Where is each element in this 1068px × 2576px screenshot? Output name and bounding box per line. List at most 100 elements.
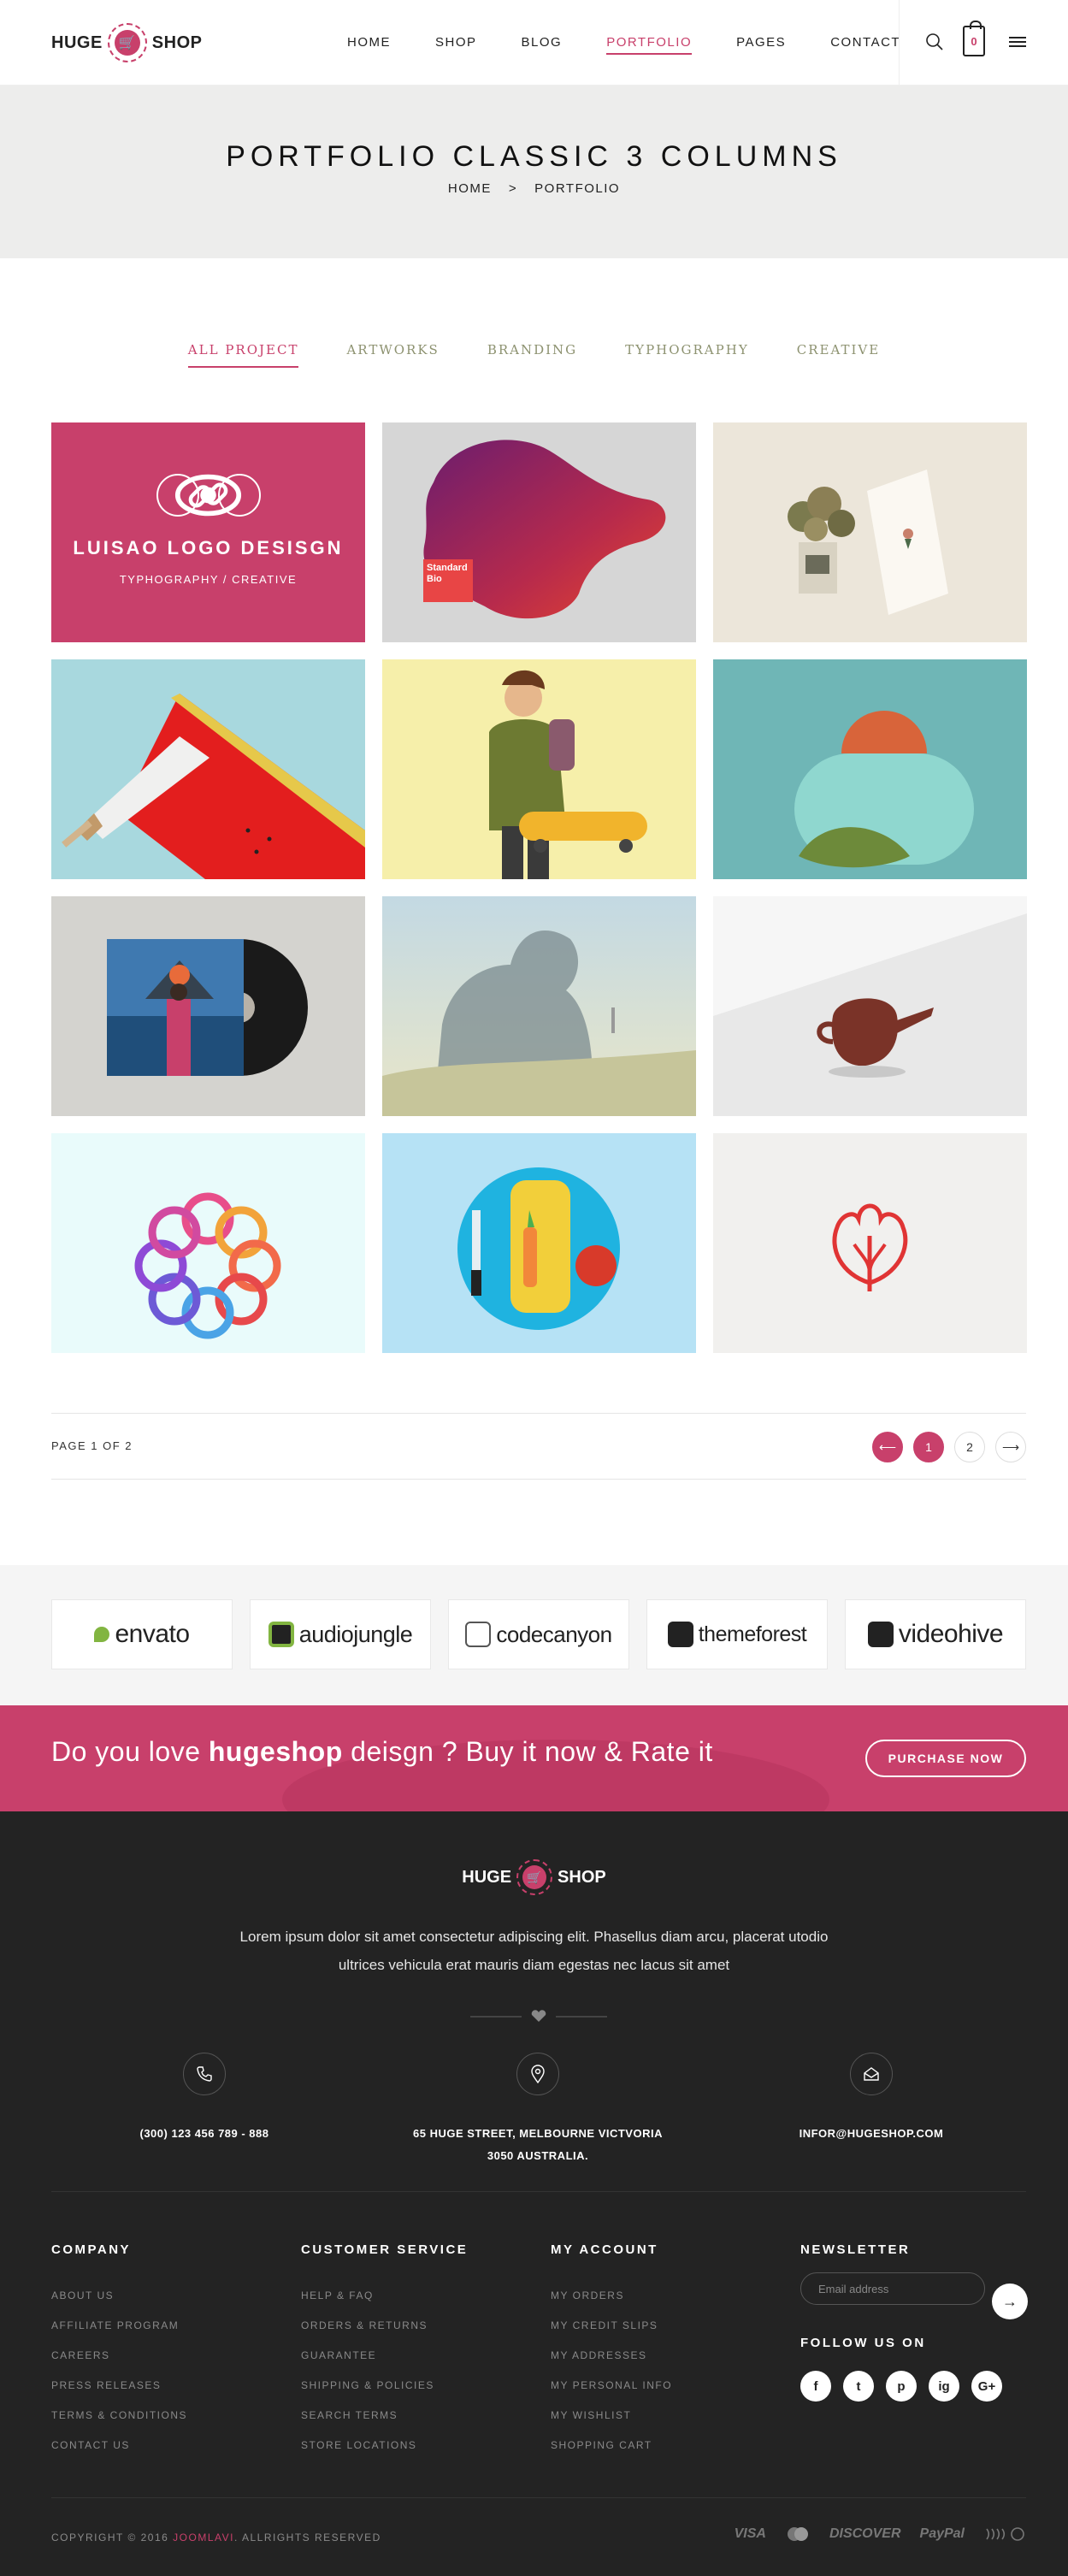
footer-link[interactable]: PRESS RELEASES (51, 2371, 187, 2401)
portfolio-item-flower-logo[interactable] (51, 1133, 365, 1353)
phone-icon (183, 2053, 226, 2095)
footer-link[interactable]: MY WISHLIST (551, 2401, 672, 2431)
newsletter-submit-arrow-icon[interactable]: → (992, 2284, 1028, 2319)
partner-envato-label: envato (115, 1620, 190, 1648)
page-title: PORTFOLIO CLASSIC 3 COLUMNS (226, 140, 842, 173)
footer-logo-text-right: SHOP (558, 1867, 606, 1887)
portfolio-item-vinyl[interactable] (51, 896, 365, 1116)
footer-link[interactable]: SEARCH TERMS (301, 2401, 468, 2431)
portfolio-hover-overlay: LUISAO LOGO DESISGN TYPHOGRAPHY / CREATI… (51, 422, 365, 642)
newsletter-title: NEWSLETTER (800, 2242, 911, 2257)
footer-link[interactable]: MY ADDRESSES (551, 2341, 672, 2371)
google-plus-icon[interactable]: G+ (971, 2371, 1002, 2402)
partner-codecanyon-label: codecanyon (496, 1621, 612, 1647)
footer-link[interactable]: MY ORDERS (551, 2281, 672, 2311)
codecanyon-logo-icon (465, 1622, 492, 1647)
footer-link[interactable]: HELP & FAQ (301, 2281, 468, 2311)
breadcrumb-home[interactable]: HOME (448, 181, 492, 196)
footer-logo[interactable]: HUGE 🛒 SHOP (0, 1859, 1068, 1895)
footer-separator (51, 2191, 1026, 2192)
partner-audiojungle[interactable]: audiojungle (250, 1599, 431, 1669)
footer-link[interactable]: GUARANTEE (301, 2341, 468, 2371)
filter-typhography[interactable]: TYPHOGRAPHY (625, 342, 749, 368)
twitter-icon[interactable]: t (843, 2371, 874, 2402)
copyright-brand-link[interactable]: JOOMLAVI (173, 2532, 234, 2544)
pinterest-icon[interactable]: p (886, 2371, 917, 2402)
portfolio-item-plant-card[interactable] (713, 422, 1027, 642)
menu-icon[interactable] (1005, 29, 1030, 55)
nav-pages[interactable]: PAGES (714, 0, 808, 86)
nav-portfolio[interactable]: PORTFOLIO (584, 0, 714, 86)
site-header: HUGE 🛒 SHOP HOME SHOP BLOG PORTFOLIO PAG… (0, 0, 1068, 86)
footer-col-title: CUSTOMER SERVICE (301, 2242, 469, 2257)
page-title-band: PORTFOLIO CLASSIC 3 COLUMNS HOME > PORTF… (0, 86, 1068, 258)
promo-text-pre: Do you love (51, 1736, 209, 1767)
footer-link[interactable]: TERMS & CONDITIONS (51, 2401, 187, 2431)
portfolio-item-tulip-logo[interactable] (713, 1133, 1027, 1353)
footer-col-my-account: MY ACCOUNT MY ORDERS MY CREDIT SLIPS MY … (551, 2242, 672, 2461)
copyright-post: . ALLRIGHTS RESERVED (233, 2532, 381, 2544)
cart-bag-icon[interactable]: 0 (963, 21, 985, 56)
main-nav: HOME SHOP BLOG PORTFOLIO PAGES CONTACT (325, 0, 923, 86)
footer-link[interactable]: MY PERSONAL INFO (551, 2371, 672, 2401)
audiojungle-logo-icon (268, 1622, 294, 1647)
footer-link[interactable]: MY CREDIT SLIPS (551, 2311, 672, 2341)
footer-link[interactable]: STORE LOCATIONS (301, 2431, 468, 2461)
portfolio-item-featured[interactable]: LUISAO LOGO DESISGN TYPHOGRAPHY / CREATI… (51, 422, 365, 642)
envelope-icon (850, 2053, 893, 2095)
portfolio-item-category: TYPHOGRAPHY / CREATIVE (119, 573, 298, 586)
portfolio-item-skater[interactable] (382, 659, 696, 879)
pagination-page-1[interactable]: 1 (913, 1432, 944, 1462)
partner-videohive[interactable]: videohive (845, 1599, 1026, 1669)
promo-banner: Do you love hugeshop deisgn ? Buy it now… (0, 1705, 1068, 1811)
nav-contact[interactable]: CONTACT (808, 0, 923, 86)
footer-link[interactable]: AFFILIATE PROGRAM (51, 2311, 187, 2341)
pagination-page-2[interactable]: 2 (954, 1432, 985, 1462)
social-links: f t p ig G+ (800, 2371, 1002, 2402)
envato-leaf-icon (94, 1627, 110, 1642)
link-chain-icon[interactable] (188, 474, 261, 517)
filter-branding[interactable]: BRANDING (487, 342, 577, 368)
partner-videohive-label: videohive (898, 1620, 1004, 1648)
nav-blog[interactable]: BLOG (499, 0, 585, 86)
promo-text: Do you love hugeshop deisgn ? Buy it now… (51, 1736, 713, 1768)
footer-link[interactable]: SHIPPING & POLICIES (301, 2371, 468, 2401)
portfolio-filters: ALL PROJECT ARTWORKS BRANDING TYPHOGRAPH… (0, 342, 1068, 368)
footer-logo-text-left: HUGE (462, 1867, 512, 1887)
payment-methods: VISA DISCOVER PayPal (735, 2526, 1026, 2542)
portfolio-item-blob[interactable]: Standard Bio (382, 422, 696, 642)
portfolio-item-double-exposure[interactable] (382, 896, 696, 1116)
footer-link[interactable]: ORDERS & RETURNS (301, 2311, 468, 2341)
footer-link[interactable]: ABOUT US (51, 2281, 187, 2311)
purchase-now-button[interactable]: PURCHASE NOW (865, 1740, 1026, 1777)
pagination-text: PAGE 1 OF 2 (51, 1439, 133, 1452)
partner-audiojungle-label: audiojungle (298, 1621, 413, 1647)
facebook-icon[interactable]: f (800, 2371, 831, 2402)
partner-codecanyon[interactable]: codecanyon (448, 1599, 629, 1669)
site-logo[interactable]: HUGE 🛒 SHOP (51, 22, 202, 63)
videohive-logo-icon (867, 1622, 894, 1647)
filter-all-project[interactable]: ALL PROJECT (187, 342, 299, 368)
pagination-next-button[interactable]: ⟶ (995, 1432, 1026, 1462)
portfolio-item-cutting-board[interactable] (382, 1133, 696, 1353)
instagram-icon[interactable]: ig (929, 2371, 959, 2402)
footer-contact-phone: (300) 123 456 789 - 888 (76, 2053, 333, 2145)
portfolio-item-shapes[interactable] (713, 659, 1027, 879)
footer-link[interactable]: SHOPPING CART (551, 2431, 672, 2461)
footer-link[interactable]: CONTACT US (51, 2431, 187, 2461)
partner-envato[interactable]: envato (51, 1599, 233, 1669)
footer-link[interactable]: CAREERS (51, 2341, 187, 2371)
portfolio-item-knife-watermelon[interactable] (51, 659, 365, 879)
nav-shop[interactable]: SHOP (413, 0, 499, 86)
filter-creative[interactable]: CREATIVE (797, 342, 880, 368)
footer-email-text[interactable]: INFOR@HUGESHOP.COM (743, 2123, 1000, 2145)
portfolio-item-title: LUISAO LOGO DESISGN (73, 537, 344, 558)
pagination-prev-button[interactable]: ⟵ (872, 1432, 903, 1462)
filter-artworks[interactable]: ARTWORKS (346, 342, 439, 368)
portfolio-item-teapot[interactable] (713, 896, 1027, 1116)
nav-home[interactable]: HOME (325, 0, 413, 86)
partner-themeforest[interactable]: themeforest (646, 1599, 828, 1669)
pagination-buttons: ⟵ 1 2 ⟶ (872, 1432, 1026, 1462)
newsletter-email-input[interactable]: Email address (800, 2272, 985, 2305)
search-icon[interactable] (922, 29, 947, 55)
